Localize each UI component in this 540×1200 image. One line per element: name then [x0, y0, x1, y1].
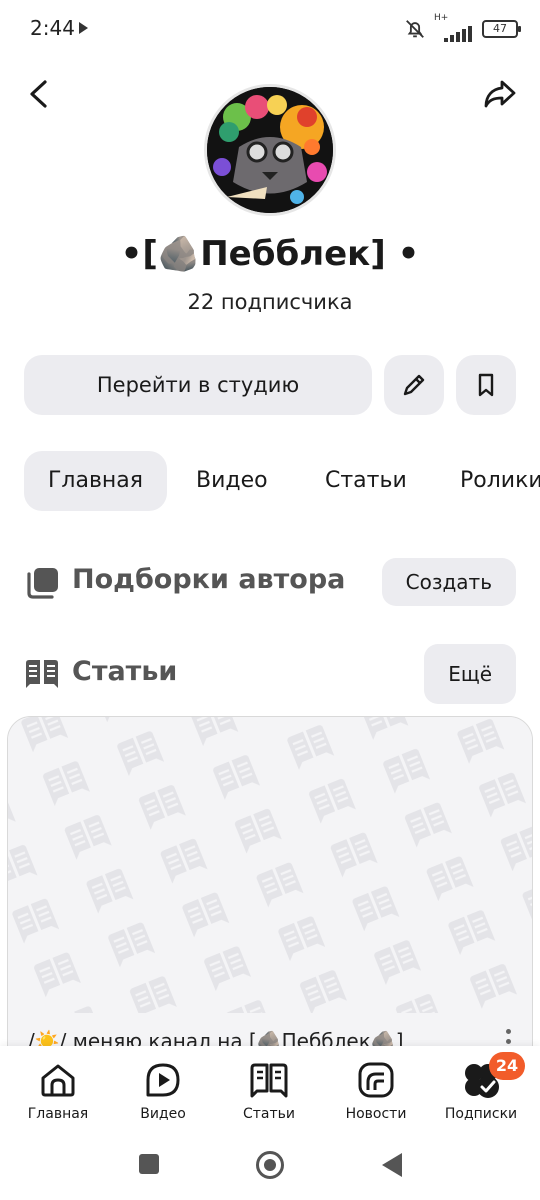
home-button[interactable]	[256, 1151, 284, 1179]
nav-video-label: Видео	[140, 1106, 186, 1122]
signal-icon: H+	[434, 13, 474, 42]
nav-articles[interactable]: Статьи	[219, 1060, 319, 1122]
back-button[interactable]	[20, 72, 60, 116]
more-articles-button[interactable]: Ещё	[424, 644, 516, 704]
articles-icon	[24, 658, 60, 692]
articles-section: Статьи Ещё	[24, 644, 516, 704]
bookmark-button[interactable]	[456, 355, 516, 415]
article-placeholder-pattern	[8, 717, 532, 1013]
tab-shorts[interactable]: Ролики	[436, 451, 540, 511]
articles-icon	[250, 1063, 288, 1098]
collections-title: Подборки автора	[72, 564, 346, 595]
nav-news-label: Новости	[345, 1106, 407, 1122]
nav-subscriptions-label: Подписки	[444, 1106, 518, 1122]
articles-title: Статьи	[72, 656, 178, 687]
network-type: H+	[434, 13, 449, 23]
system-back-button[interactable]	[382, 1153, 402, 1177]
nav-news[interactable]: Новости	[326, 1060, 426, 1122]
bottom-navigation: Главная Видео Статьи Новости 24 Подписки	[0, 1046, 540, 1130]
channel-avatar[interactable]	[204, 84, 336, 216]
subscriptions-badge: 24	[489, 1052, 525, 1080]
home-icon	[41, 1064, 75, 1097]
subscriber-count: 22 подписчика	[187, 290, 353, 314]
nav-video[interactable]: Видео	[113, 1060, 213, 1122]
nav-articles-label: Статьи	[242, 1106, 295, 1122]
status-bar: 2:44 H+ 47	[0, 0, 540, 58]
notifications-muted-icon	[404, 18, 426, 40]
collections-icon	[24, 566, 60, 600]
status-time: 2:44	[30, 16, 75, 40]
tab-main[interactable]: Главная	[24, 451, 168, 511]
media-playing-icon	[79, 22, 88, 34]
tab-articles[interactable]: Статьи	[301, 451, 431, 511]
recents-button[interactable]	[139, 1154, 159, 1174]
channel-title: •[🪨Пебблек] •	[120, 234, 420, 274]
create-collection-button[interactable]: Создать	[381, 558, 516, 606]
channel-tabs: Главная Видео Статьи Ролики	[24, 451, 540, 511]
nav-home[interactable]: Главная	[8, 1060, 108, 1122]
pencil-icon	[403, 374, 425, 396]
nav-home-label: Главная	[27, 1106, 89, 1122]
share-icon	[484, 80, 516, 108]
share-button[interactable]	[480, 72, 520, 116]
news-icon	[358, 1062, 394, 1098]
bookmark-icon	[478, 373, 494, 397]
system-navigation-bar	[0, 1130, 540, 1200]
collections-section: Подборки автора Создать	[24, 558, 516, 606]
avatar-image	[207, 87, 333, 213]
back-arrow-icon	[30, 80, 47, 108]
battery-icon: 47	[482, 20, 521, 38]
video-icon	[146, 1063, 180, 1097]
status-indicators: H+ 47	[404, 13, 521, 44]
edit-button[interactable]	[384, 355, 444, 415]
nav-subscriptions[interactable]: 24 Подписки	[431, 1052, 531, 1122]
go-to-studio-button[interactable]: Перейти в студию	[24, 355, 372, 415]
tab-video[interactable]: Видео	[172, 451, 292, 511]
